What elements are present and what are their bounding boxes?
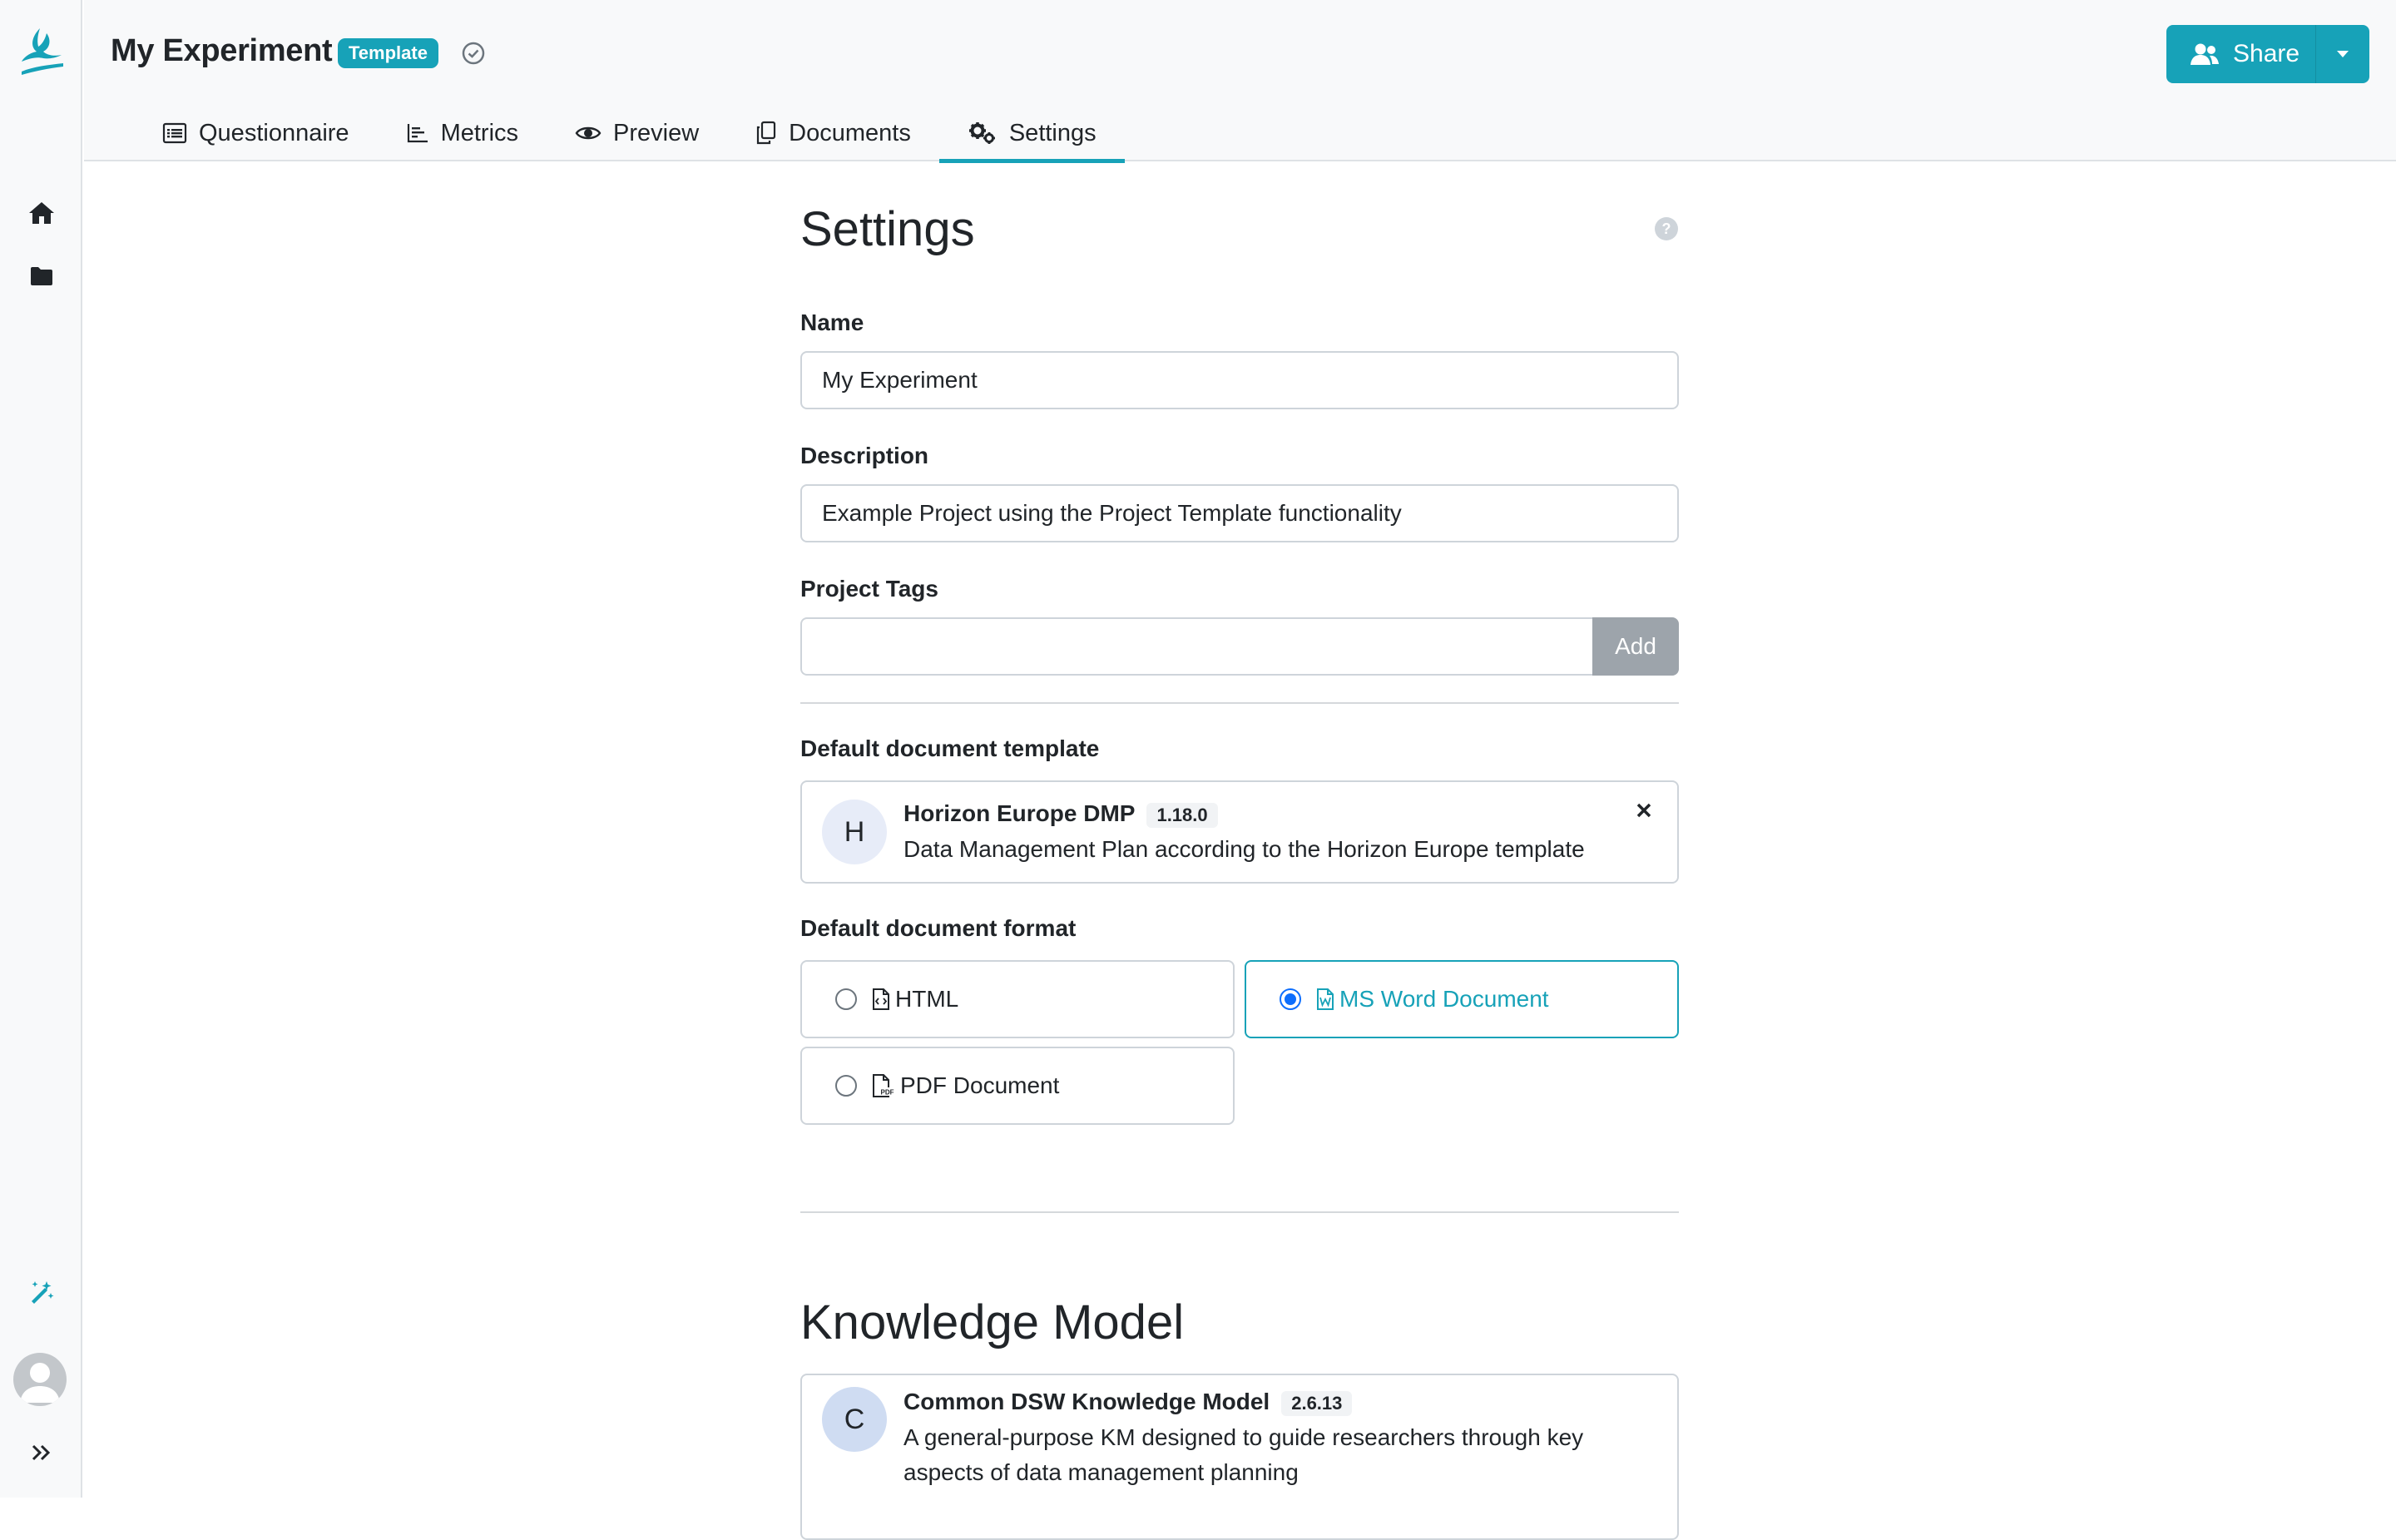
- description-label: Description: [800, 443, 929, 468]
- remove-template-icon[interactable]: [1629, 795, 1659, 825]
- knowledge-model-title: Knowledge Model: [800, 1295, 1185, 1349]
- name-input[interactable]: [800, 351, 1679, 409]
- eye-icon: [575, 126, 601, 140]
- app-logo[interactable]: [18, 25, 67, 77]
- file-code-icon: [872, 988, 890, 1011]
- format-label: MS Word Document: [1339, 986, 1549, 1012]
- format-label: HTML: [895, 986, 959, 1012]
- saved-check-icon: [460, 40, 487, 67]
- format-options: HTML MS Word Document PDF PDF Document: [800, 960, 1679, 1127]
- format-option-pdf[interactable]: PDF PDF Document: [800, 1047, 1235, 1125]
- share-main-button[interactable]: Share: [2166, 25, 2316, 83]
- default-template-label: Default document template: [800, 735, 1100, 761]
- project-tags-input[interactable]: [800, 617, 1592, 676]
- expand-sidebar-icon[interactable]: [25, 1436, 58, 1469]
- km-name: Common DSW Knowledge Model: [903, 1389, 1270, 1414]
- km-description-line-1: A general-purpose KM designed to guide r…: [903, 1424, 1584, 1450]
- tab-label: Preview: [613, 119, 700, 146]
- template-avatar: H: [822, 800, 887, 864]
- template-badge: Template: [338, 38, 438, 68]
- left-sidebar: [0, 0, 82, 1498]
- format-radio[interactable]: [1280, 988, 1301, 1010]
- tab-label: Questionnaire: [199, 119, 349, 146]
- file-pdf-icon: PDF: [872, 1073, 895, 1098]
- svg-text:?: ?: [1662, 220, 1671, 237]
- template-name: Horizon Europe DMP: [903, 800, 1136, 826]
- divider: [800, 1211, 1679, 1213]
- description-input[interactable]: [800, 484, 1679, 542]
- default-format-label: Default document format: [800, 915, 1077, 941]
- tab-label: Documents: [789, 119, 911, 146]
- share-dropdown-toggle[interactable]: [2316, 25, 2369, 83]
- km-name-line: Common DSW Knowledge Model 2.6.13: [903, 1389, 1353, 1416]
- gears-icon: [968, 122, 995, 144]
- magic-wand-icon[interactable]: [25, 1275, 58, 1308]
- folder-icon[interactable]: [25, 260, 58, 293]
- project-title: My Experiment: [111, 33, 333, 68]
- format-option-html[interactable]: HTML: [800, 960, 1235, 1038]
- km-avatar: C: [822, 1387, 887, 1452]
- km-version: 2.6.13: [1281, 1390, 1353, 1416]
- format-radio[interactable]: [835, 988, 857, 1010]
- tab-questionnaire[interactable]: Questionnaire: [134, 105, 378, 161]
- home-icon[interactable]: [25, 196, 58, 230]
- tab-metrics[interactable]: Metrics: [378, 105, 547, 161]
- bar-chart-icon: [407, 124, 428, 143]
- knowledge-model-card: C Common DSW Knowledge Model 2.6.13 A gen…: [800, 1374, 1679, 1540]
- caret-down-icon: [2337, 51, 2349, 57]
- km-description-line-2: aspects of data management planning: [903, 1459, 1299, 1485]
- format-option-ms-word[interactable]: MS Word Document: [1245, 960, 1679, 1038]
- add-tag-button[interactable]: Add: [1592, 617, 1679, 676]
- project-tags-row: Add: [800, 617, 1679, 676]
- name-label: Name: [800, 309, 864, 335]
- template-version: 1.18.0: [1146, 802, 1218, 828]
- tab-settings[interactable]: Settings: [938, 105, 1125, 163]
- help-icon[interactable]: ?: [1654, 216, 1679, 241]
- share-label: Share: [2233, 40, 2300, 67]
- default-template-card: H Horizon Europe DMP 1.18.0 Data Manageme…: [800, 780, 1679, 884]
- list-icon: [162, 122, 187, 144]
- file-word-icon: [1316, 988, 1334, 1011]
- tab-preview[interactable]: Preview: [547, 105, 727, 161]
- project-header: My Experiment Template Share Questionnai…: [84, 0, 2396, 163]
- format-label: PDF Document: [900, 1072, 1060, 1098]
- template-description: Data Management Plan according to the Ho…: [903, 836, 1585, 862]
- divider: [800, 702, 1679, 704]
- user-avatar[interactable]: [13, 1353, 67, 1406]
- settings-content: Settings ? Name Description Project Tags…: [800, 161, 1679, 1540]
- project-tags-label: Project Tags: [800, 576, 938, 602]
- users-icon: [2191, 43, 2219, 65]
- tab-label: Metrics: [440, 119, 519, 146]
- tab-documents[interactable]: Documents: [727, 105, 939, 161]
- share-button[interactable]: Share: [2166, 25, 2369, 83]
- format-radio[interactable]: [835, 1075, 857, 1097]
- copy-icon: [757, 121, 776, 145]
- template-name-line: Horizon Europe DMP 1.18.0: [903, 800, 1218, 828]
- project-tabs: Questionnaire Metrics Preview Documents …: [134, 105, 1125, 163]
- tab-label: Settings: [1008, 119, 1097, 146]
- svg-text:PDF: PDF: [881, 1089, 894, 1097]
- page-title: Settings: [800, 202, 975, 256]
